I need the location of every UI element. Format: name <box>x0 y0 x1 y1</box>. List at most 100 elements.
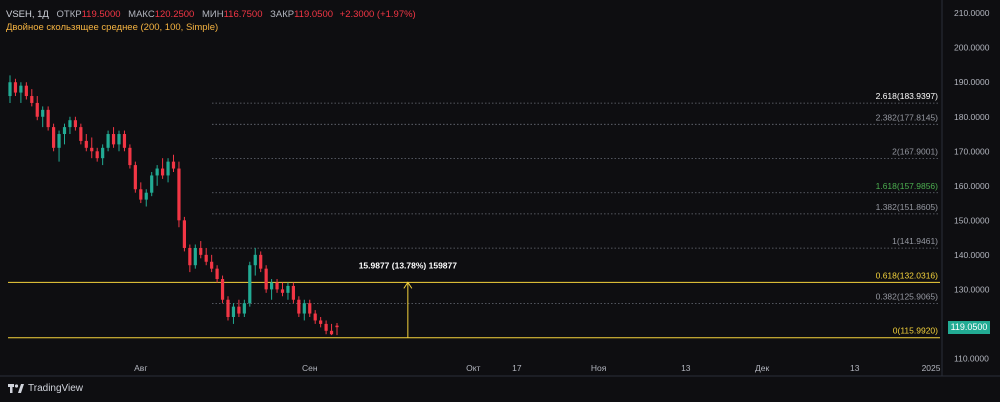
candle-body <box>84 140 88 148</box>
candle-body <box>46 109 50 128</box>
candle-body <box>57 134 61 148</box>
x-tick-label: 17 <box>512 363 522 373</box>
chart-legend: VSEH, 1Д ОТКР119.5000 МАКС120.2500 МИН11… <box>6 8 416 34</box>
chart-area[interactable]: 210.0000 200.0000 190.0000 180.0000 170.0000… <box>0 0 1000 402</box>
fib-level-label: 1.618(157.9856) <box>876 181 939 191</box>
tradingview-logo-text: TradingView <box>28 383 84 394</box>
last-price-tag: 119.0500 <box>948 320 990 334</box>
fib-level-label: 0(115.9920) <box>893 326 938 336</box>
symbol-label[interactable]: VSEH, 1Д <box>6 9 49 20</box>
x-tick-label: Сен <box>302 363 318 373</box>
candle-body <box>106 134 110 148</box>
x-tick-label: Ноя <box>591 363 607 373</box>
fib-level-label: 1.382(151.8605) <box>876 202 939 212</box>
candle-body <box>161 168 165 176</box>
candle-body <box>275 282 279 290</box>
candle-body <box>204 254 208 262</box>
indicator-label[interactable]: Двойное скользящее среднее (200, 100, Si… <box>6 21 416 34</box>
x-tick-label: Дек <box>755 363 769 373</box>
price-chart[interactable]: 210.0000 200.0000 190.0000 180.0000 170.0000… <box>0 0 1000 402</box>
candle-body <box>231 306 236 317</box>
candle-body <box>19 85 23 93</box>
candle-body <box>264 268 268 290</box>
open-label: ОТКР <box>56 9 82 20</box>
candle-body <box>210 261 214 269</box>
candle-body <box>242 303 246 314</box>
fib-level-label: 0.382(125.9065) <box>876 292 939 302</box>
candle-body <box>133 165 137 190</box>
candle-body <box>128 147 132 166</box>
candle-body <box>226 299 230 317</box>
candle-body <box>329 330 334 335</box>
candle-body <box>79 127 83 141</box>
candle-body <box>291 285 295 300</box>
y-tick-label: 210.0000 <box>954 8 990 18</box>
fib-level-label: 1(141.9461) <box>892 236 938 246</box>
candle-body <box>139 189 143 200</box>
y-tick-label: 180.0000 <box>954 112 990 122</box>
candle-body <box>215 268 219 280</box>
candle-body <box>324 323 328 331</box>
candle-body <box>297 299 301 314</box>
close-label: ЗАКР <box>270 9 295 20</box>
y-tick-label: 190.0000 <box>954 77 990 87</box>
open-value: 119.5000 <box>81 9 121 20</box>
candle-body <box>253 254 257 266</box>
y-tick-label: 130.0000 <box>954 284 990 294</box>
candle-body <box>313 313 317 321</box>
x-tick-label: Окт <box>466 363 480 373</box>
candle-body <box>259 254 263 269</box>
candle-body <box>111 134 116 145</box>
candle-body <box>144 192 148 200</box>
y-tick-label: 160.0000 <box>954 181 990 191</box>
high-label: МАКС <box>128 9 155 20</box>
candle-body <box>270 282 274 290</box>
low-value: 116.7500 <box>223 9 263 20</box>
candle-body <box>319 320 323 324</box>
candle-body <box>30 96 34 103</box>
candle-body <box>286 285 290 293</box>
candle-body <box>150 175 154 193</box>
candle-body <box>117 134 121 145</box>
candle-body <box>199 247 203 255</box>
candle-body <box>62 127 67 135</box>
y-tick-label: 140.0000 <box>954 250 990 260</box>
y-tick-label: 150.0000 <box>954 215 990 225</box>
candle-body <box>35 102 39 117</box>
candle-body <box>182 220 186 248</box>
candle-body <box>220 279 225 300</box>
measure-label: 15.9877 (13.78%) 159877 <box>359 260 458 270</box>
candle-body <box>302 303 306 314</box>
y-tick-label: 200.0000 <box>954 43 990 53</box>
fib-level-label: 0.618(132.0316) <box>876 270 939 280</box>
candle-body <box>95 151 99 159</box>
candle-body <box>41 109 45 117</box>
candle-body <box>237 306 241 314</box>
fib-level-label: 2.382(177.8145) <box>876 112 939 122</box>
candle-body <box>177 168 181 221</box>
fib-level-label: 2(167.9001) <box>892 147 938 157</box>
x-tick-label: 13 <box>850 363 860 373</box>
candle-body <box>188 247 192 266</box>
y-tick-label: 110.0000 <box>954 353 989 363</box>
candle-body <box>308 303 312 314</box>
candle-body <box>155 168 159 176</box>
low-label: МИН <box>201 9 224 20</box>
candle-body <box>101 147 105 159</box>
candle-body <box>73 120 77 128</box>
tradingview-logo[interactable]: TradingView <box>8 383 83 394</box>
y-tick-label: 170.0000 <box>954 146 990 156</box>
candle-body <box>166 161 170 176</box>
x-tick-label: 2025 <box>922 363 941 373</box>
x-tick-label: Авг <box>134 363 147 373</box>
candle-body <box>24 85 28 97</box>
candle-body <box>8 82 12 97</box>
x-tick-label: 13 <box>681 363 691 373</box>
candle-body <box>90 147 94 152</box>
high-value: 120.2500 <box>154 9 195 20</box>
candle-body <box>193 247 197 266</box>
candle-body <box>248 265 252 304</box>
fib-level-label: 2.618(183.9397) <box>876 91 939 101</box>
tradingview-logo-icon <box>8 384 24 393</box>
candle-body <box>122 134 127 148</box>
